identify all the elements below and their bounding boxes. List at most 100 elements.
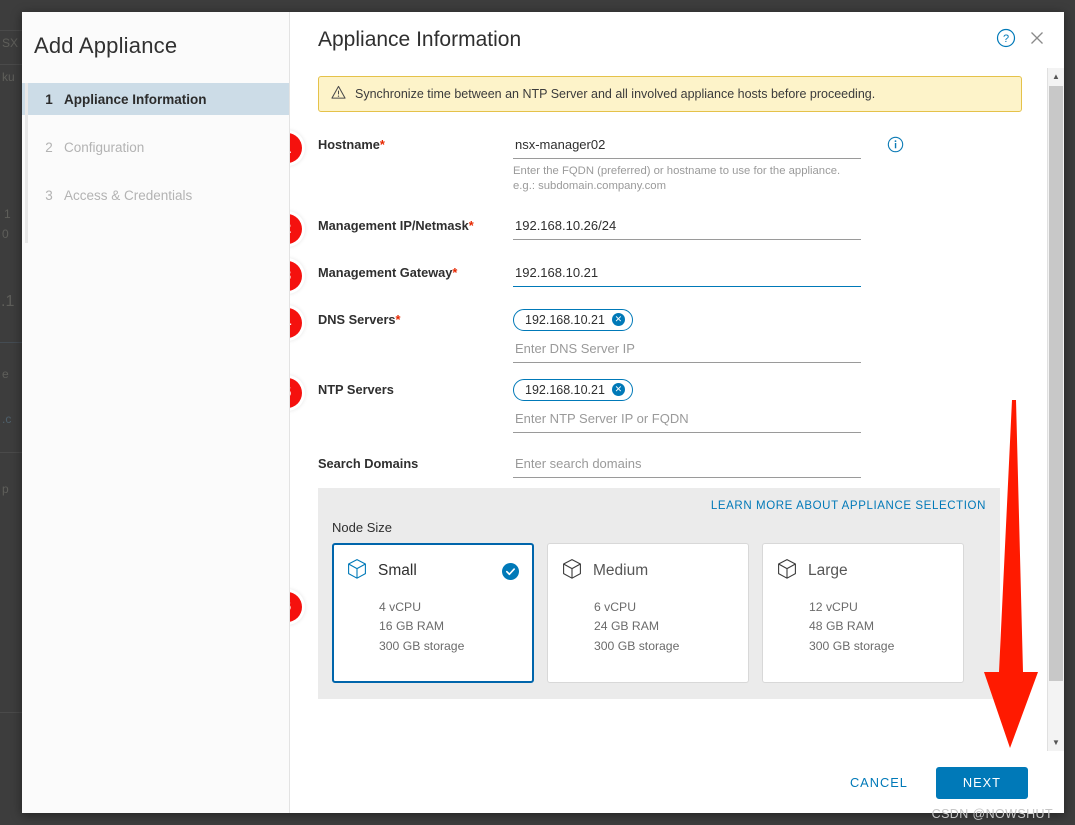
card-specs: 4 vCPU 16 GB RAM 300 GB storage — [379, 598, 519, 657]
content-header: Appliance Information ? — [290, 12, 1064, 68]
dns-servers-input[interactable] — [513, 337, 861, 363]
form-row-dns-servers: 4 DNS Servers* 192.168.10.21 ✕ — [290, 307, 1036, 363]
step-label: Configuration — [64, 139, 145, 155]
cube-icon — [562, 558, 582, 585]
management-ip-label: Management IP/Netmask* — [318, 215, 513, 233]
node-size-card-list: Small 4 vCPU 16 GB RAM 300 GB storage Me… — [332, 542, 986, 683]
scrollbar-thumb[interactable] — [1049, 86, 1063, 681]
next-button[interactable]: NEXT — [935, 766, 1028, 799]
hostname-field-wrap: Enter the FQDN (preferred) or hostname t… — [513, 134, 861, 195]
dns-server-chip[interactable]: 192.168.10.21 ✕ — [513, 308, 633, 331]
content-scrollbar[interactable]: ▲ ▼ — [1047, 68, 1064, 751]
required-asterisk: * — [452, 264, 458, 280]
svg-text:?: ? — [1003, 33, 1009, 45]
search-domains-input[interactable] — [513, 452, 861, 478]
ntp-servers-label: NTP Servers — [318, 379, 513, 397]
close-icon[interactable] — [1028, 29, 1046, 52]
node-size-card-small[interactable]: Small 4 vCPU 16 GB RAM 300 GB storage — [332, 542, 534, 683]
node-size-card-large[interactable]: Large 12 vCPU 48 GB RAM 300 GB storage — [762, 542, 964, 683]
form-row-ntp-servers: 5 NTP Servers 192.168.10.21 ✕ — [290, 377, 1036, 433]
card-ram: 16 GB RAM — [379, 619, 445, 634]
hostname-input[interactable] — [513, 134, 861, 159]
card-header: Small — [347, 558, 519, 585]
chip-remove-icon[interactable]: ✕ — [611, 383, 625, 396]
appliance-form: 1 Hostname* Enter the FQDN (preferred) o… — [290, 133, 1036, 699]
step-label: Appliance Information — [64, 91, 207, 107]
ntp-servers-field-wrap: 192.168.10.21 ✕ — [513, 378, 861, 433]
content-body: Synchronize time between an NTP Server a… — [290, 68, 1064, 751]
annotation-badge-5: 5 — [290, 377, 302, 408]
cube-icon — [347, 558, 367, 585]
cube-icon — [777, 558, 797, 585]
chip-remove-icon[interactable]: ✕ — [611, 313, 625, 326]
wizard-content-pane: Appliance Information ? Synchronize time… — [290, 12, 1064, 813]
ntp-server-chip[interactable]: 192.168.10.21 ✕ — [513, 378, 633, 401]
card-header: Large — [777, 558, 949, 585]
scroll-up-arrow-icon[interactable]: ▲ — [1048, 68, 1064, 85]
step-number: 1 — [45, 91, 53, 107]
card-title: Small — [378, 562, 417, 579]
form-row-search-domains: Search Domains — [318, 452, 1036, 478]
step-number: 3 — [45, 187, 53, 203]
ntp-servers-chip-list: 192.168.10.21 ✕ — [513, 378, 861, 403]
scroll-down-arrow-icon[interactable]: ▼ — [1048, 734, 1064, 751]
required-asterisk: * — [379, 137, 385, 152]
management-ip-field-wrap — [513, 214, 861, 240]
warning-text: Synchronize time between an NTP Server a… — [355, 87, 876, 101]
sidebar-step-appliance-information[interactable]: 1 Appliance Information — [22, 83, 289, 115]
card-ram: 48 GB RAM — [809, 619, 875, 634]
wizard-sidebar: Add Appliance 1 Appliance Information 2 … — [22, 12, 290, 813]
form-row-hostname: 1 Hostname* Enter the FQDN (preferred) o… — [290, 133, 1036, 195]
card-storage: 300 GB storage — [379, 639, 465, 654]
required-asterisk: * — [468, 217, 474, 233]
hostname-label: Hostname* — [318, 134, 513, 152]
card-storage: 300 GB storage — [809, 639, 895, 654]
ntp-warning-banner: Synchronize time between an NTP Server a… — [318, 76, 1022, 112]
cancel-button[interactable]: CANCEL — [840, 767, 918, 798]
card-cpu: 6 vCPU — [594, 599, 636, 614]
watermark: CSDN @NOWSHUT — [931, 807, 1053, 821]
chip-label: 192.168.10.21 — [525, 312, 605, 327]
form-row-management-gateway: 3 Management Gateway* — [290, 260, 1036, 291]
hostname-helper-text: Enter the FQDN (preferred) or hostname t… — [513, 165, 841, 193]
search-domains-field-wrap — [513, 452, 861, 478]
sidebar-step-configuration[interactable]: 2 Configuration — [22, 131, 289, 163]
selected-check-icon — [502, 562, 519, 580]
annotation-badge-2: 2 — [290, 213, 302, 244]
hostname-label-text: Hostname — [318, 137, 380, 152]
node-size-panel: 6 LEARN MORE ABOUT APPLIANCE SELECTION N… — [290, 487, 1000, 699]
form-row-management-ip: 2 Management IP/Netmask* — [290, 213, 1036, 244]
card-specs: 6 vCPU 24 GB RAM 300 GB storage — [594, 598, 734, 657]
sidebar-step-access-credentials[interactable]: 3 Access & Credentials — [22, 179, 289, 211]
node-size-card-medium[interactable]: Medium 6 vCPU 24 GB RAM 300 GB storage — [547, 542, 749, 683]
card-ram: 24 GB RAM — [594, 619, 660, 634]
info-circle-icon[interactable] — [887, 136, 904, 158]
step-rail — [25, 83, 28, 243]
ntp-servers-label-text: NTP Servers — [318, 381, 394, 397]
step-label: Access & Credentials — [64, 187, 193, 203]
card-title: Large — [808, 562, 848, 579]
wizard-steps: 1 Appliance Information 2 Configuration … — [22, 83, 289, 243]
card-storage: 300 GB storage — [594, 639, 680, 654]
dns-servers-chip-list: 192.168.10.21 ✕ — [513, 308, 861, 333]
card-specs: 12 vCPU 48 GB RAM 300 GB storage — [809, 598, 949, 657]
required-asterisk: * — [395, 311, 401, 327]
chip-label: 192.168.10.21 — [525, 382, 605, 397]
modal-footer: CANCEL NEXT — [290, 751, 1064, 813]
dns-servers-label-text: DNS Servers — [318, 311, 396, 327]
annotation-badge-3: 3 — [290, 260, 302, 291]
management-ip-input[interactable] — [513, 214, 861, 240]
step-number: 2 — [45, 139, 53, 155]
ntp-servers-input[interactable] — [513, 407, 861, 433]
add-appliance-modal: Add Appliance 1 Appliance Information 2 … — [22, 12, 1064, 813]
management-gateway-field-wrap — [513, 261, 861, 287]
help-circle-icon[interactable]: ? — [996, 28, 1016, 53]
annotation-badge-1: 1 — [290, 133, 302, 163]
management-gateway-input[interactable] — [513, 261, 861, 287]
search-domains-label-text: Search Domains — [318, 455, 419, 471]
learn-more-link[interactable]: LEARN MORE ABOUT APPLIANCE SELECTION — [332, 500, 986, 512]
card-header: Medium — [562, 558, 734, 585]
card-title: Medium — [593, 562, 649, 579]
warning-triangle-icon — [331, 85, 346, 103]
page-title: Appliance Information — [318, 28, 522, 51]
